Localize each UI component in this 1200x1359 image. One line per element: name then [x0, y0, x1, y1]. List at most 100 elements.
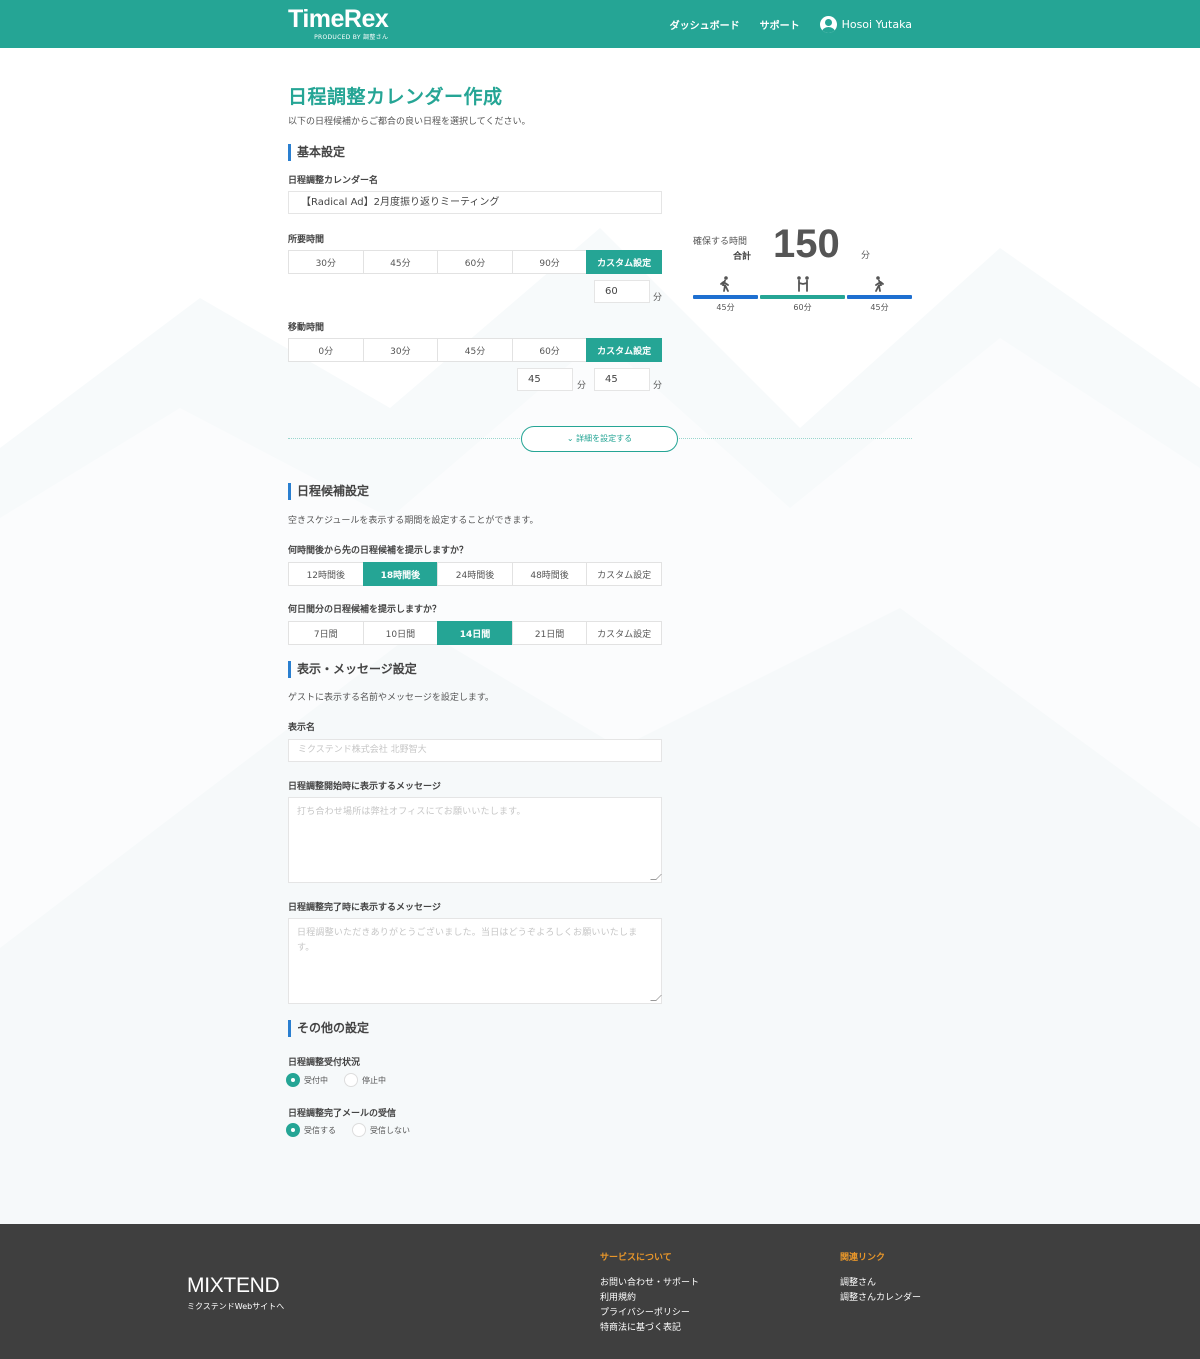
start-message-label: 日程調整開始時に表示するメッセージ — [288, 782, 441, 792]
radio-checked-icon[interactable] — [286, 1123, 300, 1137]
top-header: TimeRex PRODUCED BY 調整さん ダッシュボード サポート Ho… — [0, 0, 1200, 48]
travel-option-custom[interactable]: カスタム設定 — [586, 338, 662, 362]
site-footer: MIXTEND ミクステンドWebサイトへ サービスについて お問い合わせ・サポ… — [0, 1224, 1200, 1359]
travel-before-input[interactable]: 45 — [517, 368, 573, 391]
mixtend-site-link[interactable]: ミクステンドWebサイトへ — [187, 1301, 284, 1312]
timerex-logo[interactable]: TimeRex PRODUCED BY 調整さん — [288, 5, 389, 41]
travel-before-bar — [693, 295, 758, 299]
status-option-open[interactable]: 受付中 — [286, 1073, 328, 1087]
end-message-label: 日程調整完了時に表示するメッセージ — [288, 903, 441, 913]
lead-option-48h[interactable]: 48時間後 — [511, 562, 588, 586]
mail-label: 日程調整完了メールの受信 — [288, 1109, 397, 1119]
footer-link-support[interactable]: お問い合わせ・サポート — [600, 1276, 699, 1291]
calendar-name-label: 日程調整カレンダー名 — [288, 176, 379, 186]
lead-option-24h[interactable]: 24時間後 — [437, 562, 513, 586]
total-time-unit: 分 — [861, 251, 871, 261]
mail-option-receive[interactable]: 受信する — [286, 1123, 336, 1137]
candidate-desc: 空きスケジュールを表示する期間を設定することができます。 — [288, 516, 539, 526]
lead-option-custom[interactable]: カスタム設定 — [586, 562, 662, 586]
travel-before-bar-label: 45分 — [716, 303, 735, 312]
detail-settings-button[interactable]: ⌄ 詳細を設定する — [521, 426, 678, 452]
range-option-14d[interactable]: 14日間 — [437, 621, 513, 645]
travel-after-unit: 分 — [653, 381, 663, 391]
travel-option-45[interactable]: 45分 — [437, 338, 513, 362]
section-heading-other: その他の設定 — [288, 1020, 369, 1037]
end-message-textarea[interactable]: 日程調整いただきありがとうございました。当日はどうぞよろしくお願いいたします。 — [288, 918, 662, 1004]
total-time-value: 150 — [773, 222, 840, 266]
mail-option-no-receive[interactable]: 受信しない — [352, 1123, 410, 1137]
range-option-10d[interactable]: 10日間 — [362, 621, 439, 645]
chevron-down-icon: ⌄ — [566, 434, 577, 443]
secured-time-label: 確保する時間 — [693, 237, 748, 247]
travel-time-label: 移動時間 — [288, 323, 325, 333]
travel-option-60[interactable]: 60分 — [511, 338, 588, 362]
footer-link-chouseisan[interactable]: 調整さん — [840, 1276, 921, 1291]
walking-person-return-icon — [875, 276, 884, 292]
footer-link-tokushoho[interactable]: 特商法に基づく表記 — [600, 1321, 699, 1336]
nav-dashboard[interactable]: ダッシュボード — [670, 17, 740, 32]
radio-unchecked-icon[interactable] — [352, 1123, 366, 1137]
status-label: 日程調整受付状況 — [288, 1058, 361, 1068]
mixtend-logo[interactable]: MIXTEND — [187, 1274, 280, 1298]
travel-option-0[interactable]: 0分 — [288, 338, 364, 362]
duration-custom-input[interactable]: 60 — [594, 280, 650, 303]
main-content: 日程調整カレンダー作成 以下の日程候補からご都合の良い日程を選択してください。 … — [0, 48, 1200, 1224]
section-heading-basic: 基本設定 — [288, 144, 345, 161]
footer-col-related-heading: 関連リンク — [840, 1253, 886, 1263]
duration-option-30[interactable]: 30分 — [288, 250, 364, 274]
radio-checked-icon[interactable] — [286, 1073, 300, 1087]
footer-col-service-heading: サービスについて — [600, 1253, 672, 1263]
calendar-name-input[interactable]: 【Radical Ad】2月度振り返りミーティング — [288, 191, 662, 214]
travel-after-input[interactable]: 45 — [594, 368, 650, 391]
footer-col-service: サービスについて お問い合わせ・サポート 利用規約 プライバシーポリシー 特商法… — [600, 1250, 699, 1336]
range-selector: 7日間 10日間 14日間 21日間 カスタム設定 — [288, 621, 662, 645]
duration-option-custom[interactable]: カスタム設定 — [586, 250, 662, 274]
start-message-textarea[interactable]: 打ち合わせ場所は弊社オフィスにてお願いいたします。 — [288, 797, 662, 883]
user-avatar-icon — [819, 15, 837, 33]
meeting-people-icon — [797, 276, 809, 292]
travel-option-30[interactable]: 30分 — [362, 338, 439, 362]
section-heading-display: 表示・メッセージ設定 — [288, 661, 417, 678]
start-message-placeholder: 打ち合わせ場所は弊社オフィスにてお願いいたします。 — [297, 807, 526, 817]
status-option-stopped[interactable]: 停止中 — [344, 1073, 386, 1087]
range-option-custom[interactable]: カスタム設定 — [586, 621, 662, 645]
footer-link-terms[interactable]: 利用規約 — [600, 1291, 699, 1306]
travel-time-selector: 0分 30分 45分 60分 カスタム設定 — [288, 338, 662, 362]
lead-option-12h[interactable]: 12時間後 — [288, 562, 364, 586]
page-title: 日程調整カレンダー作成 — [288, 86, 503, 108]
lead-option-18h[interactable]: 18時間後 — [362, 562, 439, 586]
mail-option-no-receive-label: 受信しない — [370, 1125, 410, 1135]
status-option-open-label: 受付中 — [304, 1075, 328, 1085]
walking-person-icon — [720, 276, 729, 292]
user-name: Hosoi Yutaka — [841, 17, 912, 31]
section-heading-candidate: 日程候補設定 — [288, 483, 369, 500]
duration-option-90[interactable]: 90分 — [511, 250, 588, 274]
mail-radio-group: 受信する 受信しない — [286, 1123, 426, 1137]
range-option-21d[interactable]: 21日間 — [511, 621, 588, 645]
logo-text: TimeRex — [288, 5, 389, 33]
user-menu[interactable]: Hosoi Yutaka — [819, 15, 912, 33]
meeting-duration-bar — [760, 295, 845, 299]
footer-col-related: 関連リンク 調整さん 調整さんカレンダー — [840, 1250, 921, 1306]
travel-after-bar-label: 45分 — [870, 303, 889, 312]
resize-handle-icon[interactable] — [650, 995, 662, 1001]
range-option-7d[interactable]: 7日間 — [288, 621, 364, 645]
meeting-bar-label: 60分 — [793, 303, 812, 312]
mail-option-receive-label: 受信する — [304, 1125, 336, 1135]
lead-time-question: 何時間後から先の日程候補を提示しますか？ — [288, 546, 469, 556]
lead-time-selector: 12時間後 18時間後 24時間後 48時間後 カスタム設定 — [288, 562, 662, 586]
display-name-label: 表示名 — [288, 723, 316, 733]
status-option-stopped-label: 停止中 — [362, 1075, 386, 1085]
duration-option-60[interactable]: 60分 — [437, 250, 513, 274]
footer-link-chouseisan-calendar[interactable]: 調整さんカレンダー — [840, 1291, 921, 1306]
header-nav: ダッシュボード サポート Hosoi Yutaka — [650, 0, 912, 48]
page-subtitle: 以下の日程候補からご都合の良い日程を選択してください。 — [288, 117, 531, 127]
footer-link-privacy[interactable]: プライバシーポリシー — [600, 1306, 699, 1321]
status-radio-group: 受付中 停止中 — [286, 1073, 402, 1087]
nav-support[interactable]: サポート — [760, 17, 800, 32]
radio-unchecked-icon[interactable] — [344, 1073, 358, 1087]
travel-after-bar — [847, 295, 912, 299]
resize-handle-icon[interactable] — [650, 874, 662, 880]
display-name-input[interactable]: ミクステンド株式会社 北野智大 — [288, 739, 662, 762]
duration-option-45[interactable]: 45分 — [362, 250, 439, 274]
